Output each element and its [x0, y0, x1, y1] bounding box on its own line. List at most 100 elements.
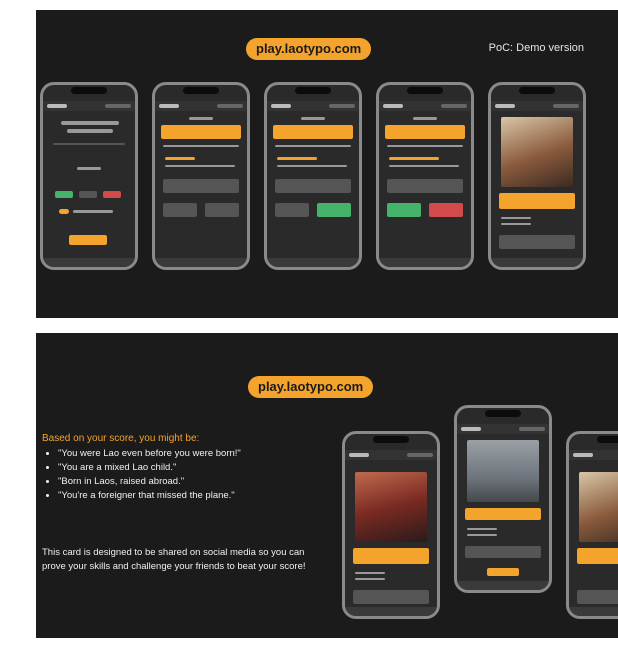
share-buttons[interactable]: [577, 590, 618, 604]
menu-icon[interactable]: [441, 104, 467, 108]
app-logo: [383, 104, 403, 108]
phone-notch: [373, 436, 409, 443]
start-button[interactable]: [69, 235, 107, 245]
progress-bar: [389, 157, 439, 160]
hint-line: [389, 165, 459, 167]
score-line: [387, 145, 463, 147]
phone-notch: [597, 436, 618, 443]
counter-line: [301, 117, 325, 120]
menu-icon[interactable]: [553, 104, 579, 108]
app-logo: [349, 453, 369, 457]
app-bar: [345, 450, 437, 460]
option-button[interactable]: [205, 203, 239, 217]
score-line: [163, 145, 239, 147]
menu-icon[interactable]: [407, 453, 433, 457]
result-item: "You are a mixed Lao child.": [58, 461, 342, 475]
correct-option-button[interactable]: [387, 203, 421, 217]
share-buttons[interactable]: [465, 546, 541, 558]
play-again-button[interactable]: [487, 568, 519, 576]
phone-notch: [295, 87, 331, 94]
result-title-box: [465, 508, 541, 520]
score-results-list: Based on your score, you might be: "You …: [42, 433, 342, 503]
slide-demo-screens: play.laotypo.com PoC: Demo version: [36, 10, 618, 318]
app-bar: [43, 101, 135, 111]
easy-button[interactable]: [55, 191, 73, 198]
result-title-box: [577, 548, 618, 564]
app-bar: [379, 101, 471, 111]
share-buttons[interactable]: [499, 235, 575, 249]
poc-label: PoC: Demo version: [488, 42, 584, 54]
nav-bar: [457, 581, 549, 590]
result-title-box: [499, 193, 575, 209]
option-button[interactable]: [275, 203, 309, 217]
counter-line: [413, 117, 437, 120]
share-description: This card is designed to be shared on so…: [42, 547, 306, 572]
title-line: [61, 121, 119, 125]
app-bar: [491, 101, 583, 111]
phone-result-card: [454, 405, 552, 593]
url-pill[interactable]: play.laotypo.com: [246, 38, 372, 60]
score-line: [501, 217, 531, 219]
score-line: [467, 528, 497, 530]
result-photo: [355, 472, 427, 542]
phone-result-card: [488, 82, 586, 270]
phone-notch: [485, 410, 521, 417]
share-buttons[interactable]: [353, 590, 429, 604]
nav-bar: [379, 258, 471, 267]
app-bar: [569, 450, 618, 460]
nav-bar: [569, 607, 618, 616]
app-logo: [47, 104, 67, 108]
score-line: [275, 145, 351, 147]
score-line: [467, 534, 497, 536]
app-bar: [457, 424, 549, 434]
result-item: "You were Lao even before you were born!…: [58, 447, 342, 461]
score-line: [501, 223, 531, 225]
toggle-switch[interactable]: [59, 209, 69, 214]
menu-icon[interactable]: [217, 104, 243, 108]
phone-question-feedback: [376, 82, 474, 270]
option-button[interactable]: [163, 203, 197, 217]
app-logo: [495, 104, 515, 108]
question-box: [161, 125, 241, 139]
menu-icon[interactable]: [329, 104, 355, 108]
result-photo: [501, 117, 573, 187]
counter-line: [189, 117, 213, 120]
hint-line: [277, 165, 347, 167]
correct-option-button[interactable]: [317, 203, 351, 217]
answer-input[interactable]: [163, 179, 239, 193]
nav-bar: [43, 258, 135, 267]
score-heading: Based on your score, you might be:: [42, 433, 200, 444]
score-line: [355, 572, 385, 574]
label-line: [77, 167, 101, 170]
phone-result-card: [566, 431, 618, 619]
result-item: "Born in Laos, raised abroad.": [58, 475, 342, 489]
result-item: "You're a foreigner that missed the plan…: [58, 489, 342, 503]
question-box: [273, 125, 353, 139]
app-bar: [155, 101, 247, 111]
slide-share-card: play.laotypo.com Based on your score, yo…: [36, 333, 618, 638]
app-bar: [267, 101, 359, 111]
answer-input[interactable]: [387, 179, 463, 193]
wrong-option-button[interactable]: [429, 203, 463, 217]
nav-bar: [155, 258, 247, 267]
answer-input[interactable]: [275, 179, 351, 193]
phone-start-screen: [40, 82, 138, 270]
question-box: [385, 125, 465, 139]
phone-notch: [183, 87, 219, 94]
menu-icon[interactable]: [105, 104, 131, 108]
result-photo: [467, 440, 539, 502]
title-line: [67, 129, 113, 133]
phone-result-card: [342, 431, 440, 619]
result-photo: [579, 472, 618, 542]
url-pill[interactable]: play.laotypo.com: [248, 376, 374, 398]
app-logo: [461, 427, 481, 431]
hard-button[interactable]: [103, 191, 121, 198]
phone-question-screen: [152, 82, 250, 270]
menu-icon[interactable]: [519, 427, 545, 431]
app-logo: [573, 453, 593, 457]
medium-button[interactable]: [79, 191, 97, 198]
phone-notch: [407, 87, 443, 94]
hint-line: [165, 165, 235, 167]
progress-bar: [165, 157, 195, 160]
nav-bar: [491, 258, 583, 267]
